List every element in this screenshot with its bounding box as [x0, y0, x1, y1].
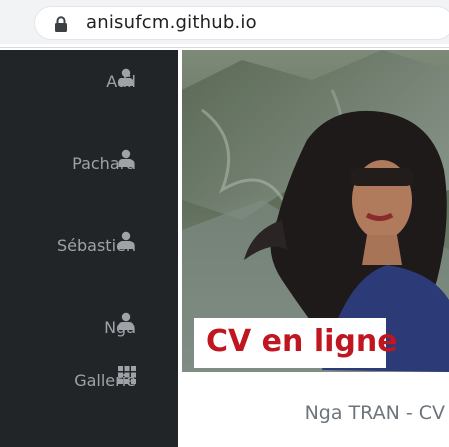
toolbar-separator [0, 44, 449, 48]
sidebar-nav: Adil Pachara Sébastien Nga Gallerie [0, 50, 178, 447]
banner-text: CV en ligne [206, 324, 398, 359]
lock-icon [55, 16, 67, 32]
page-title: Nga TRAN - CV [304, 402, 445, 424]
url-field[interactable]: anisufcm.github.io [34, 6, 449, 40]
cv-banner: CV en ligne [194, 318, 398, 368]
main-content: Nga TRAN - CV [182, 372, 449, 447]
browser-address-bar: anisufcm.github.io [0, 0, 449, 44]
user-icon [118, 231, 134, 249]
url-text: anisufcm.github.io [86, 12, 257, 33]
grid-icon [118, 366, 136, 384]
user-icon [118, 149, 134, 167]
user-icon [118, 68, 134, 86]
user-icon [118, 312, 134, 330]
